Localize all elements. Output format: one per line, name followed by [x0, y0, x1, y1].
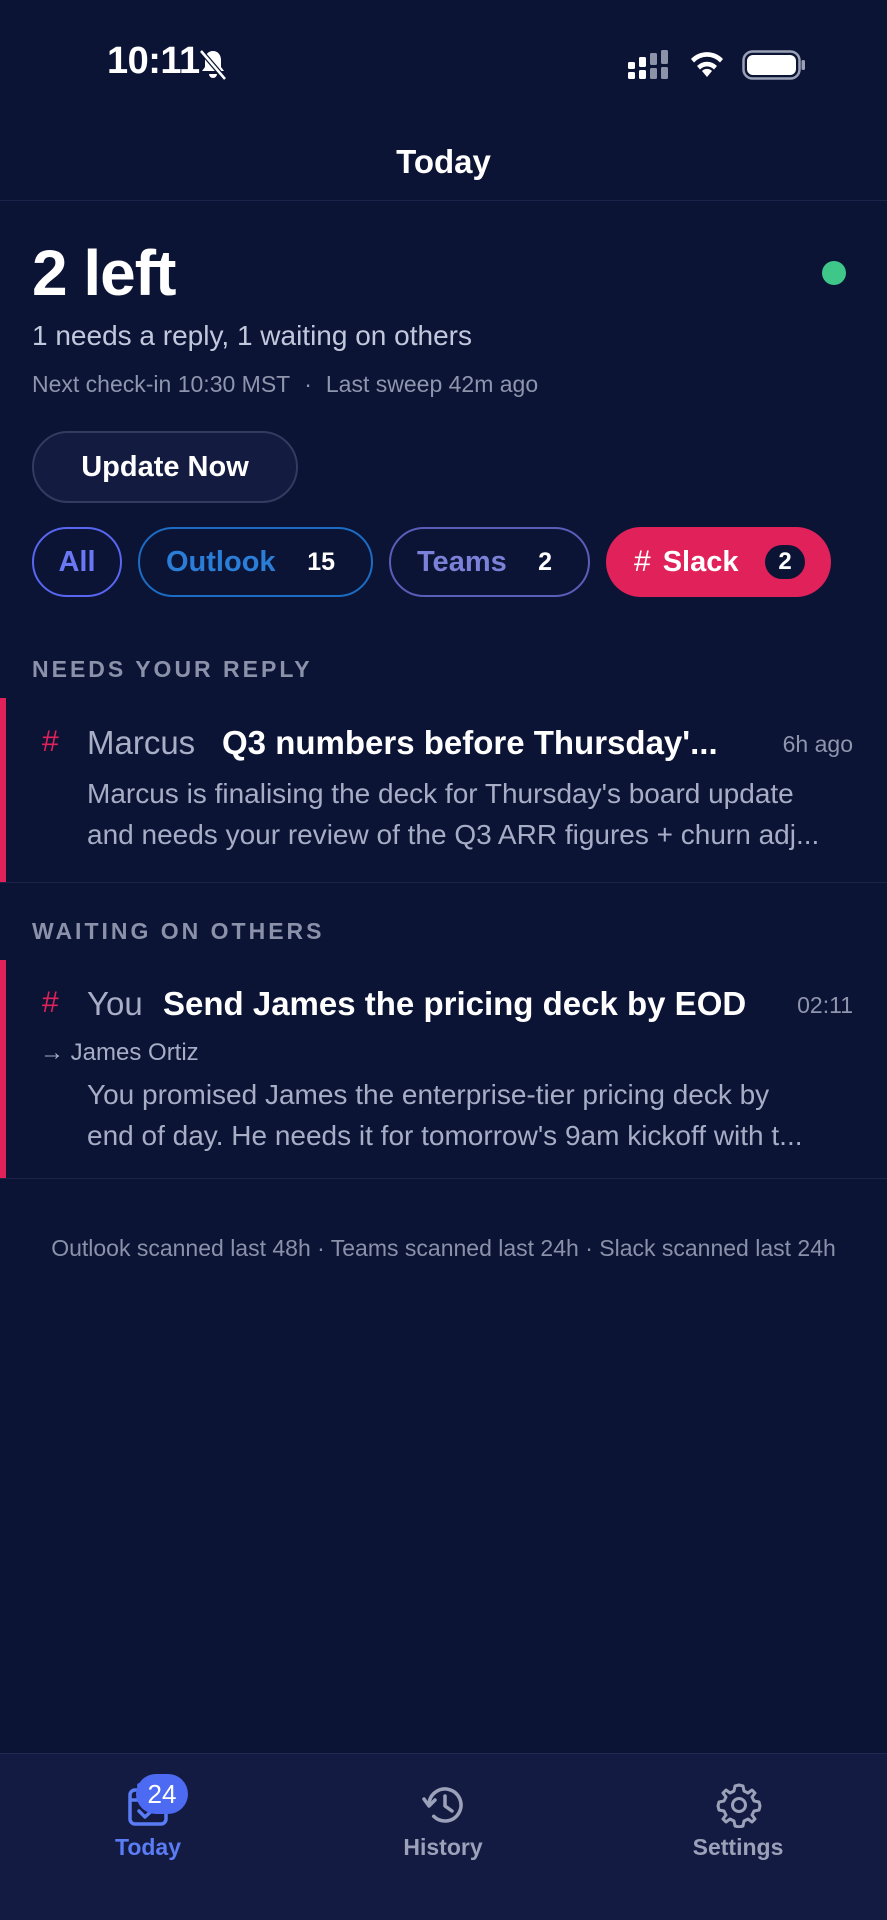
- history-clock-icon: [422, 1787, 463, 1823]
- today-badge: 24: [136, 1774, 188, 1814]
- tab-today[interactable]: 24 Today: [48, 1754, 248, 1874]
- remaining-count: 2 left: [32, 237, 176, 309]
- gear-icon: [716, 1783, 762, 1828]
- today-screen: 10:11 Today 2 left 1 needs a reply, 1 wa…: [0, 0, 887, 1920]
- slack-hash-icon: #: [42, 725, 59, 758]
- tab-bar: 24 Today History Settings: [0, 1753, 887, 1920]
- tab-settings[interactable]: Settings: [638, 1754, 838, 1874]
- filter-chip-all[interactable]: All: [32, 527, 122, 597]
- bell-slash-icon: [199, 49, 227, 81]
- item-subject: Send James the pricing deck by EOD: [163, 985, 747, 1022]
- item-preview-line: end of day. He needs it for tomorrow's 9…: [87, 1120, 803, 1151]
- wifi-icon: [691, 52, 723, 77]
- filter-chip-all-label: All: [58, 545, 96, 578]
- item-accent-bar: [0, 960, 6, 1178]
- item-accent-bar: [0, 698, 6, 882]
- item-preview-line: Marcus is finalising the deck for Thursd…: [87, 778, 794, 809]
- nav-divider: [0, 200, 887, 201]
- sync-meta: Next check-in 10:30 MST · Last sweep 42m a…: [32, 371, 538, 398]
- item-sender: Marcus: [87, 724, 196, 761]
- list-item[interactable]: # You Send James the pricing deck by EOD…: [0, 960, 887, 1179]
- sync-status-dot: [822, 261, 846, 285]
- last-sweep-text: Last sweep 42m ago: [325, 371, 539, 397]
- battery-icon: [742, 50, 805, 80]
- filter-chip-teams-label: Teams: [417, 545, 507, 578]
- item-sender: You: [87, 985, 143, 1022]
- filter-chip-outlook-label: Outlook: [166, 545, 276, 578]
- item-subject: Q3 numbers before Thursday'...: [222, 724, 718, 761]
- section-header-needs-reply: NEEDS YOUR REPLY: [32, 656, 313, 682]
- item-preview-line: You promised James the enterprise-tier p…: [87, 1079, 770, 1110]
- status-bar: 10:11: [0, 0, 887, 120]
- filter-chip-teams-count: 2: [538, 547, 552, 576]
- tab-history[interactable]: History: [343, 1754, 543, 1874]
- item-recipient: → James Ortiz: [40, 1039, 199, 1066]
- tab-settings-label: Settings: [692, 1834, 784, 1860]
- summary-subtitle: 1 needs a reply, 1 waiting on others: [32, 320, 472, 351]
- item-time: 6h ago: [782, 731, 853, 757]
- tab-today-label: Today: [114, 1834, 182, 1860]
- filter-chip-slack[interactable]: # Slack 2: [606, 527, 831, 597]
- filter-chip-slack-count: 2: [765, 545, 805, 579]
- scan-coverage-note: Outlook scanned last 48h · Teams scanned…: [51, 1235, 836, 1261]
- cellular-signal-icon: [628, 50, 668, 79]
- page-title: Today: [396, 143, 491, 180]
- section-header-waiting: WAITING ON OTHERS: [32, 918, 325, 944]
- item-preview: You promised James the enterprise-tier p…: [87, 1074, 857, 1156]
- next-checkin-text: Next check-in 10:30 MST: [32, 371, 291, 397]
- item-preview: Marcus is finalising the deck for Thursd…: [87, 773, 857, 855]
- update-now-button[interactable]: Update Now: [32, 431, 298, 503]
- slack-hash-icon: #: [634, 545, 651, 578]
- filter-chip-outlook[interactable]: Outlook 15: [138, 527, 373, 597]
- status-time: 10:11: [107, 40, 200, 82]
- filter-chip-slack-label: Slack: [662, 545, 739, 578]
- filter-chip-teams[interactable]: Teams 2: [389, 527, 590, 597]
- list-item[interactable]: # Marcus Q3 numbers before Thursday'... …: [0, 698, 887, 883]
- item-time: 02:11: [797, 992, 853, 1018]
- meta-separator: ·: [304, 371, 312, 397]
- slack-hash-icon: #: [42, 986, 59, 1019]
- item-preview-line: and needs your review of the Q3 ARR figu…: [87, 819, 820, 850]
- filter-chip-outlook-count: 15: [307, 547, 335, 576]
- tab-history-label: History: [403, 1834, 483, 1860]
